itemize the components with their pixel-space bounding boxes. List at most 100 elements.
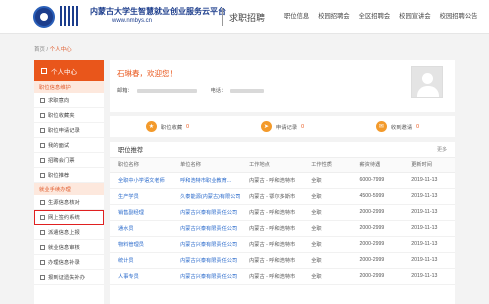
- breadcrumb-home[interactable]: 首页: [34, 47, 45, 53]
- job-title-link[interactable]: 通水员: [110, 220, 173, 237]
- company-link[interactable]: 内蒙古兴泰有限责任公司: [172, 220, 242, 237]
- col-header: 职位名称: [110, 158, 173, 173]
- job-updated: 2019-11-13: [403, 252, 455, 269]
- sidebar-item-certificate-reissue[interactable]: 报到证遗失补办: [34, 270, 104, 285]
- company-link[interactable]: 内蒙古兴泰有限责任公司: [172, 252, 242, 269]
- company-link[interactable]: 内蒙古兴泰有限责任公司: [172, 236, 242, 253]
- stat-label: 收到邀请: [390, 124, 413, 131]
- more-link[interactable]: 更多: [437, 146, 447, 153]
- job-location: 内蒙古 - 呼和浩特市: [241, 252, 304, 269]
- user-center-icon: [41, 67, 47, 74]
- sidebar-group-job-info: 职位信息维护: [34, 81, 104, 93]
- star-icon: ★: [145, 121, 157, 132]
- breadcrumb-separator: /: [46, 47, 49, 53]
- stat-invitations[interactable]: ✉ 收到邀请 0: [340, 116, 455, 137]
- document-icon: [40, 274, 45, 280]
- sidebar-item-label: 网上签约系统: [48, 215, 80, 221]
- sidebar-item-source-check[interactable]: 生源信息核对: [34, 195, 104, 210]
- document-icon: [40, 172, 45, 178]
- table-row[interactable]: 生产学员 久泰能源(内蒙古)有限公司 内蒙古 - 鄂尔多斯市 全职 4500-5999 2…: [110, 188, 455, 205]
- site-header: 内蒙古大学生智慧就业创业服务云平台 www.nmbys.cn 求职招聘 职位信息…: [0, 0, 489, 34]
- mongolian-script-logo: [60, 6, 80, 28]
- sidebar-item-fair-tickets[interactable]: 招聘会门票: [34, 153, 104, 168]
- sidebar-header[interactable]: 个人中心: [34, 60, 104, 81]
- table-row[interactable]: 人事专员 内蒙古兴泰有限责任公司 内蒙古 - 呼和浩特市 全职 2000-2999 201…: [110, 268, 455, 285]
- sidebar-group-procedures: 就业手续办理: [34, 183, 104, 195]
- sidebar-item-label: 招聘会门票: [48, 158, 75, 164]
- job-updated: 2019-11-13: [403, 188, 455, 205]
- folder-icon: [40, 112, 45, 118]
- job-salary: 2000-2999: [351, 268, 404, 285]
- sidebar-item-recommend[interactable]: 职位推荐: [34, 168, 104, 183]
- col-header: 工作性质: [303, 158, 352, 173]
- ticket-icon: [40, 157, 45, 163]
- job-title-link[interactable]: 物料管理员: [110, 236, 173, 253]
- phone-value-redacted: [230, 88, 265, 93]
- company-link[interactable]: 久泰能源(内蒙古)有限公司: [172, 188, 242, 205]
- nav-regional-fair[interactable]: 全区招聘会: [359, 11, 390, 20]
- job-updated: 2019-11-13: [403, 204, 455, 221]
- send-icon: ➤: [260, 121, 272, 132]
- job-salary: 2000-2999: [351, 236, 404, 253]
- job-location: 内蒙古 - 呼和浩特市: [241, 220, 304, 237]
- job-title-link[interactable]: 统计员: [110, 252, 173, 269]
- document-icon: [40, 214, 45, 220]
- job-title-link[interactable]: 销售副经理: [110, 204, 173, 221]
- nav-campus-notice[interactable]: 校园招聘公告: [440, 11, 478, 20]
- university-logo-icon[interactable]: [33, 6, 55, 28]
- stat-value: 0: [186, 123, 190, 130]
- welcome-text: 石琳春，欢迎您！: [117, 69, 177, 78]
- job-salary: 6000-7999: [351, 172, 404, 189]
- col-header: 工作地点: [241, 158, 304, 173]
- stats-bar: ★ 职位收藏 0 ➤ 申请记录 0 ✉ 收到邀请 0: [110, 116, 455, 137]
- document-icon: [40, 199, 45, 205]
- sidebar-item-employment-review[interactable]: 就业信息审核: [34, 240, 104, 255]
- company-link[interactable]: 呼和浩特市职业教育...: [172, 172, 242, 189]
- sidebar-item-dispatch-report[interactable]: 派遣信息上报: [34, 225, 104, 240]
- company-link[interactable]: 内蒙古兴泰有限责任公司: [172, 268, 242, 285]
- company-link[interactable]: 内蒙古兴泰有限责任公司: [172, 204, 242, 221]
- stat-favorites[interactable]: ★ 职位收藏 0: [110, 116, 225, 137]
- nav-job-info[interactable]: 职位信息: [284, 11, 309, 20]
- job-location: 内蒙古 - 呼和浩特市: [241, 236, 304, 253]
- job-updated: 2019-11-13: [403, 172, 455, 189]
- job-type: 全职: [303, 204, 352, 221]
- col-header: 薪资待遇: [351, 158, 404, 173]
- table-row[interactable]: 统计员 内蒙古兴泰有限责任公司 内蒙古 - 呼和浩特市 全职 2000-2999 2019…: [110, 252, 455, 269]
- sidebar-item-interviews[interactable]: 我的面试: [34, 138, 104, 153]
- job-type: 全职: [303, 188, 352, 205]
- table-row[interactable]: 全职中小学语文老师 呼和浩特市职业教育... 内蒙古 - 呼和浩特市 全职 6000-7…: [110, 172, 455, 189]
- email-label: 邮箱：: [117, 88, 133, 94]
- col-header: 更新时间: [403, 158, 455, 173]
- job-title-link[interactable]: 人事专员: [110, 268, 173, 285]
- sidebar-item-favorites[interactable]: 职位收藏夹: [34, 108, 104, 123]
- job-updated: 2019-11-13: [403, 236, 455, 253]
- stat-label: 职位收藏: [160, 124, 183, 131]
- table-row[interactable]: 物料管理员 内蒙古兴泰有限责任公司 内蒙古 - 呼和浩特市 全职 2000-2999 20…: [110, 236, 455, 253]
- list-icon: [40, 127, 45, 133]
- nav-campus-talk[interactable]: 校园宣讲会: [399, 11, 430, 20]
- sidebar-title: 个人中心: [51, 68, 77, 76]
- sidebar-item-job-intention[interactable]: 求职意向: [34, 93, 104, 108]
- sidebar-item-applications[interactable]: 职位申请记录: [34, 123, 104, 138]
- sidebar: 个人中心 职位信息维护 求职意向 职位收藏夹 职位申请记录 我的面试 招聘会门票…: [34, 60, 104, 304]
- job-updated: 2019-11-13: [403, 220, 455, 237]
- job-title-link[interactable]: 生产学员: [110, 188, 173, 205]
- job-title-link[interactable]: 全职中小学语文老师: [110, 172, 173, 189]
- avatar[interactable]: [411, 66, 443, 98]
- job-salary: 4500-5999: [351, 188, 404, 205]
- nav-campus-fair[interactable]: 校园招聘会: [318, 11, 349, 20]
- site-title[interactable]: 内蒙古大学生智慧就业创业服务云平台: [90, 6, 226, 17]
- stat-label: 申请记录: [275, 124, 298, 131]
- table-row[interactable]: 销售副经理 内蒙古兴泰有限责任公司 内蒙古 - 呼和浩特市 全职 2000-2999 20…: [110, 204, 455, 221]
- sidebar-item-online-signing[interactable]: 网上签约系统: [34, 210, 104, 225]
- sidebar-item-label: 职位收藏夹: [48, 113, 75, 119]
- table-row[interactable]: 通水员 内蒙古兴泰有限责任公司 内蒙古 - 呼和浩特市 全职 2000-2999 2019…: [110, 220, 455, 237]
- sidebar-item-supplement[interactable]: 办理信息补录: [34, 255, 104, 270]
- document-icon: [40, 229, 45, 235]
- job-location: 内蒙古 - 呼和浩特市: [241, 172, 304, 189]
- site-url: www.nmbys.cn: [112, 18, 153, 24]
- job-location: 内蒙古 - 呼和浩特市: [241, 204, 304, 221]
- stat-value: 0: [416, 123, 420, 130]
- stat-applications[interactable]: ➤ 申请记录 0: [225, 116, 340, 137]
